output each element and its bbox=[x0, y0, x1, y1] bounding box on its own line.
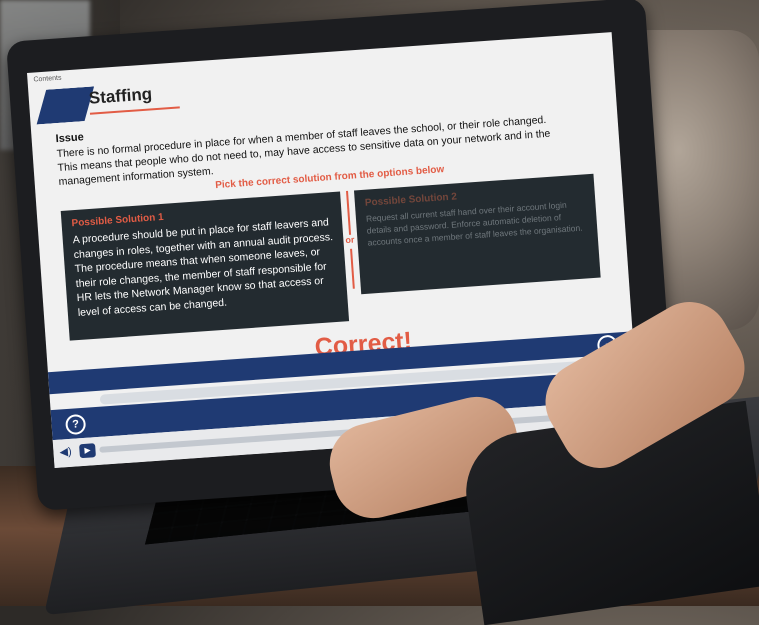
solution-option-2[interactable]: Possible Solution 2 Request all current … bbox=[353, 173, 601, 295]
solution-option-1[interactable]: Possible Solution 1 A procedure should b… bbox=[60, 191, 350, 341]
or-line-top bbox=[346, 190, 352, 235]
or-line-bottom bbox=[350, 248, 355, 289]
header-band bbox=[34, 86, 96, 124]
or-label: or bbox=[345, 234, 355, 246]
volume-icon[interactable]: ◀) bbox=[59, 445, 72, 459]
page-title: Staffing bbox=[88, 84, 153, 108]
issue-label: Issue bbox=[55, 131, 85, 146]
contents-link[interactable]: Contents bbox=[33, 75, 61, 84]
play-icon[interactable]: ▶ bbox=[79, 443, 96, 459]
solution-1-text: A procedure should be put in place for s… bbox=[72, 216, 334, 319]
